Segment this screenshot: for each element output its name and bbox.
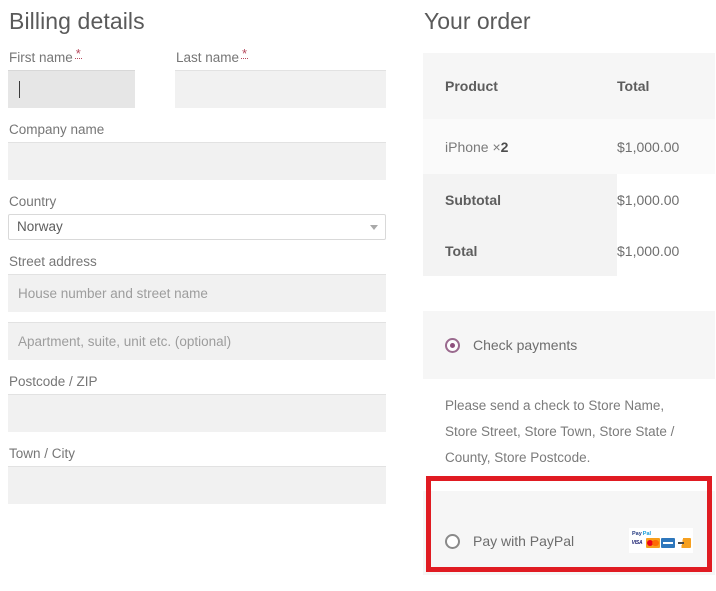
visa-card-icon: VISA bbox=[630, 538, 644, 548]
order-review-panel: Product Total iPhone ×2 $1,000.00 Subtot… bbox=[423, 53, 715, 276]
payment-method-check-payments-label: Check payments bbox=[473, 337, 578, 353]
country-select-wrap[interactable]: Norway bbox=[8, 214, 386, 240]
your-order-section: Your order Product Total iPhone ×2 $1,00… bbox=[423, 0, 715, 575]
postcode-field-group: Postcode / ZIP bbox=[8, 373, 386, 432]
discover-card-icon bbox=[676, 538, 691, 548]
table-row: Total $1,000.00 bbox=[423, 225, 715, 276]
town-city-label: Town / City bbox=[9, 446, 76, 461]
name-fields-row: First name * Last name * bbox=[8, 36, 386, 108]
radio-check-payments-icon[interactable] bbox=[445, 337, 460, 353]
company-name-input[interactable] bbox=[8, 142, 386, 180]
payment-method-paypal[interactable]: Pay with PayPal Pay Pal VISA bbox=[423, 507, 715, 575]
street-address-label: Street address bbox=[9, 254, 97, 269]
check-payments-description: Please send a check to Store Name, Store… bbox=[423, 379, 715, 491]
order-item-name-cell: iPhone ×2 bbox=[423, 119, 617, 174]
billing-details-heading: Billing details bbox=[9, 8, 145, 34]
order-item-total: $1,000.00 bbox=[617, 119, 715, 174]
postcode-label: Postcode / ZIP bbox=[9, 374, 98, 389]
table-row: iPhone ×2 $1,000.00 bbox=[423, 119, 715, 174]
last-name-field-group: Last name * bbox=[175, 46, 386, 108]
card-icons-row: VISA bbox=[630, 538, 691, 548]
order-table-head: Product Total bbox=[423, 53, 715, 119]
postcode-input[interactable] bbox=[8, 394, 386, 432]
last-name-input[interactable] bbox=[175, 70, 386, 108]
paypal-logo-part2: Pal bbox=[642, 530, 652, 537]
order-item-quantity: 2 bbox=[500, 138, 509, 155]
company-field-group: Company name bbox=[8, 121, 386, 180]
order-table-body: iPhone ×2 $1,000.00 Subtotal $1,000.00 T… bbox=[423, 119, 715, 276]
city-field-group: Town / City bbox=[8, 445, 386, 504]
order-summary-table: Product Total iPhone ×2 $1,000.00 Subtot… bbox=[423, 53, 715, 276]
order-item-times: × bbox=[492, 138, 501, 155]
paypal-logo-part1: Pay bbox=[632, 530, 642, 537]
street-address-input[interactable] bbox=[8, 274, 386, 312]
company-name-label: Company name bbox=[9, 122, 105, 137]
address-line-gap bbox=[8, 312, 386, 322]
payment-methods-divider bbox=[423, 491, 715, 507]
first-name-label-text: First name bbox=[9, 50, 73, 65]
street-address-field-group: Street address bbox=[8, 253, 386, 312]
order-item-name: iPhone bbox=[445, 138, 489, 155]
first-name-input-holder bbox=[8, 70, 135, 108]
last-name-label: Last name * bbox=[175, 46, 386, 66]
last-name-label-text: Last name bbox=[176, 50, 240, 65]
paypal-logo-icon: Pay Pal bbox=[632, 530, 651, 537]
column-header-product: Product bbox=[423, 53, 617, 119]
total-label: Total bbox=[423, 225, 617, 276]
required-asterisk: * bbox=[241, 46, 249, 61]
subtotal-label: Subtotal bbox=[423, 174, 617, 225]
your-order-heading: Your order bbox=[424, 8, 531, 34]
text-cursor bbox=[19, 81, 20, 98]
subtotal-value: $1,000.00 bbox=[617, 174, 715, 225]
first-name-input[interactable] bbox=[8, 70, 135, 108]
payment-method-paypal-label: Pay with PayPal bbox=[473, 533, 575, 549]
accepted-cards-group: Pay Pal VISA bbox=[629, 528, 693, 553]
street-address-2-input[interactable] bbox=[8, 322, 386, 360]
required-asterisk: * bbox=[74, 46, 82, 61]
payment-methods-panel: Check payments Please send a check to St… bbox=[423, 311, 715, 575]
order-table-header-row: Product Total bbox=[423, 53, 715, 119]
country-label: Country bbox=[9, 194, 57, 209]
table-row: Subtotal $1,000.00 bbox=[423, 174, 715, 225]
billing-details-section: Billing details First name * Last name * C… bbox=[8, 0, 386, 504]
total-value: $1,000.00 bbox=[617, 225, 715, 276]
country-field-group: Country Norway bbox=[8, 193, 386, 240]
town-city-input[interactable] bbox=[8, 466, 386, 504]
country-select[interactable]: Norway bbox=[8, 214, 386, 240]
radio-paypal-icon[interactable] bbox=[445, 533, 460, 549]
payment-method-check-payments[interactable]: Check payments bbox=[423, 311, 715, 379]
column-header-total: Total bbox=[617, 53, 715, 119]
amex-card-icon bbox=[661, 538, 675, 548]
first-name-label: First name * bbox=[8, 46, 135, 66]
first-name-field-group: First name * bbox=[8, 46, 135, 108]
mastercard-card-icon bbox=[645, 538, 660, 548]
